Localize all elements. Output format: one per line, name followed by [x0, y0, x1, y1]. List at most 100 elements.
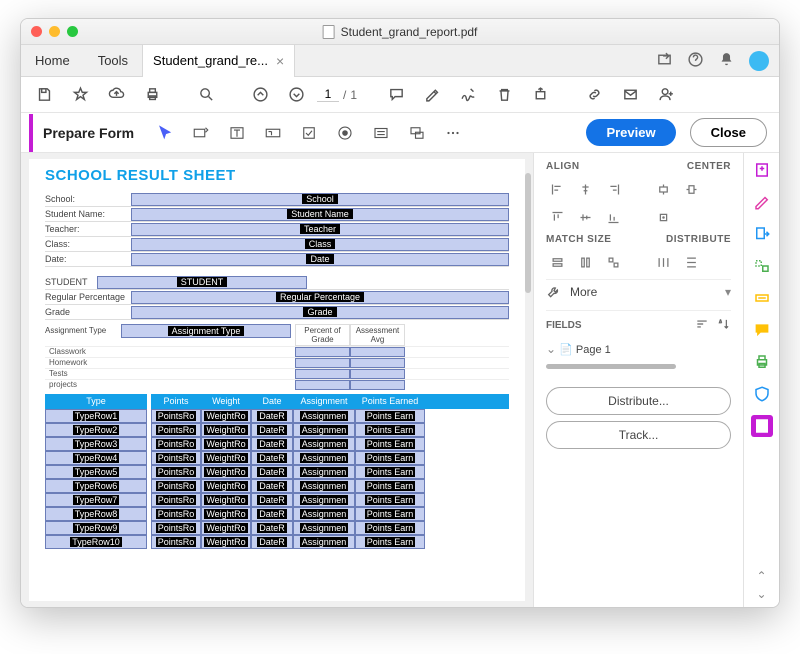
rotate-icon[interactable]	[525, 80, 555, 110]
assess-avg-field[interactable]	[350, 358, 405, 368]
sign-icon[interactable]	[453, 80, 483, 110]
document-tab[interactable]: Student_grand_re... ×	[142, 45, 295, 77]
center-both-icon[interactable]	[652, 206, 674, 228]
close-window-button[interactable]	[31, 26, 42, 37]
type-field[interactable]: TypeRow3	[45, 437, 147, 451]
pct-grade-field[interactable]	[295, 380, 350, 390]
vertical-scrollbar[interactable]	[525, 173, 531, 293]
points-field[interactable]: PointsRo	[151, 493, 201, 507]
info-field[interactable]: Teacher	[131, 223, 509, 236]
text-field-tool-icon[interactable]	[186, 118, 216, 148]
distribute-v-icon[interactable]	[680, 251, 702, 273]
match-height-icon[interactable]	[574, 251, 596, 273]
pct-grade-field[interactable]	[295, 347, 350, 357]
maximize-window-button[interactable]	[67, 26, 78, 37]
fields-tree-node[interactable]: ⌄ 📄 Page 1	[546, 340, 731, 358]
rail-comment-icon[interactable]	[751, 319, 773, 341]
radio-tool-icon[interactable]	[330, 118, 360, 148]
align-top-icon[interactable]	[546, 206, 568, 228]
date-field[interactable]: DateR	[251, 423, 293, 437]
share-icon[interactable]	[656, 51, 673, 71]
select-tool-icon[interactable]	[150, 118, 180, 148]
pct-grade-field[interactable]	[295, 369, 350, 379]
points-earned-field[interactable]: Points Earn	[355, 437, 425, 451]
rail-create-pdf-icon[interactable]	[751, 159, 773, 181]
cloud-upload-icon[interactable]	[101, 80, 131, 110]
align-bottom-icon[interactable]	[602, 206, 624, 228]
points-earned-field[interactable]: Points Earn	[355, 409, 425, 423]
points-field[interactable]: PointsRo	[151, 507, 201, 521]
weight-field[interactable]: WeightRo	[201, 437, 251, 451]
align-middle-icon[interactable]	[574, 206, 596, 228]
star-icon[interactable]	[65, 80, 95, 110]
tab-home[interactable]: Home	[21, 53, 84, 68]
weight-field[interactable]: WeightRo	[201, 423, 251, 437]
weight-field[interactable]: WeightRo	[201, 521, 251, 535]
date-field[interactable]: DateR	[251, 437, 293, 451]
link-icon[interactable]	[579, 80, 609, 110]
assess-avg-field[interactable]	[350, 369, 405, 379]
more-tools-icon[interactable]	[438, 118, 468, 148]
assignment-field[interactable]: Assignmen	[293, 535, 355, 549]
assign-type-field[interactable]: Assignment Type	[121, 324, 291, 338]
date-field[interactable]: DateR	[251, 535, 293, 549]
rail-organize-icon[interactable]	[751, 255, 773, 277]
assignment-field[interactable]: Assignmen	[293, 507, 355, 521]
assignment-field[interactable]: Assignmen	[293, 465, 355, 479]
points-field[interactable]: PointsRo	[151, 535, 201, 549]
type-field[interactable]: TypeRow1	[45, 409, 147, 423]
align-right-icon[interactable]	[602, 178, 624, 200]
date-field[interactable]: DateR	[251, 507, 293, 521]
weight-field[interactable]: WeightRo	[201, 451, 251, 465]
match-width-icon[interactable]	[546, 251, 568, 273]
points-field[interactable]: PointsRo	[151, 465, 201, 479]
page-down-icon[interactable]	[281, 80, 311, 110]
weight-field[interactable]: WeightRo	[201, 507, 251, 521]
assignment-field[interactable]: Assignmen	[293, 451, 355, 465]
type-field[interactable]: TypeRow6	[45, 479, 147, 493]
type-field[interactable]: TypeRow8	[45, 507, 147, 521]
points-earned-field[interactable]: Points Earn	[355, 423, 425, 437]
assignment-field[interactable]: Assignmen	[293, 521, 355, 535]
page-up-icon[interactable]	[245, 80, 275, 110]
save-icon[interactable]	[29, 80, 59, 110]
sort-order-icon[interactable]	[695, 317, 709, 334]
points-earned-field[interactable]: Points Earn	[355, 451, 425, 465]
assignment-field[interactable]: Assignmen	[293, 423, 355, 437]
assignment-field[interactable]: Assignmen	[293, 493, 355, 507]
points-earned-field[interactable]: Points Earn	[355, 493, 425, 507]
rail-export-icon[interactable]	[751, 223, 773, 245]
rail-scroll-down-icon[interactable]: ⌄	[756, 587, 766, 601]
close-tab-icon[interactable]: ×	[276, 53, 284, 69]
assignment-field[interactable]: Assignmen	[293, 437, 355, 451]
zoom-icon[interactable]	[191, 80, 221, 110]
document-viewport[interactable]: SCHOOL RESULT SHEET School:SchoolStudent…	[21, 153, 533, 607]
rail-protect-icon[interactable]	[751, 383, 773, 405]
info-field[interactable]: Date	[131, 253, 509, 266]
date-field[interactable]: DateR	[251, 479, 293, 493]
comment-icon[interactable]	[381, 80, 411, 110]
points-field[interactable]: PointsRo	[151, 479, 201, 493]
bell-icon[interactable]	[718, 51, 735, 71]
user-avatar[interactable]	[749, 51, 769, 71]
type-field[interactable]: TypeRow5	[45, 465, 147, 479]
align-left-icon[interactable]	[546, 178, 568, 200]
points-earned-field[interactable]: Points Earn	[355, 465, 425, 479]
center-h-icon[interactable]	[652, 178, 674, 200]
pct-grade-field[interactable]	[295, 358, 350, 368]
assess-avg-field[interactable]	[350, 347, 405, 357]
rail-prepare-form-icon[interactable]	[751, 415, 773, 437]
assess-avg-field[interactable]	[350, 380, 405, 390]
page-current-input[interactable]	[317, 87, 339, 102]
weight-field[interactable]: WeightRo	[201, 493, 251, 507]
type-field[interactable]: TypeRow7	[45, 493, 147, 507]
grade-field[interactable]: Grade	[131, 306, 509, 319]
tab-tools[interactable]: Tools	[84, 53, 142, 68]
date-field[interactable]: DateR	[251, 451, 293, 465]
print-icon[interactable]	[137, 80, 167, 110]
text-tool-icon[interactable]	[222, 118, 252, 148]
more-dropdown[interactable]: More ▾	[546, 279, 731, 304]
points-earned-field[interactable]: Points Earn	[355, 521, 425, 535]
points-field[interactable]: PointsRo	[151, 521, 201, 535]
rail-edit-icon[interactable]	[751, 191, 773, 213]
